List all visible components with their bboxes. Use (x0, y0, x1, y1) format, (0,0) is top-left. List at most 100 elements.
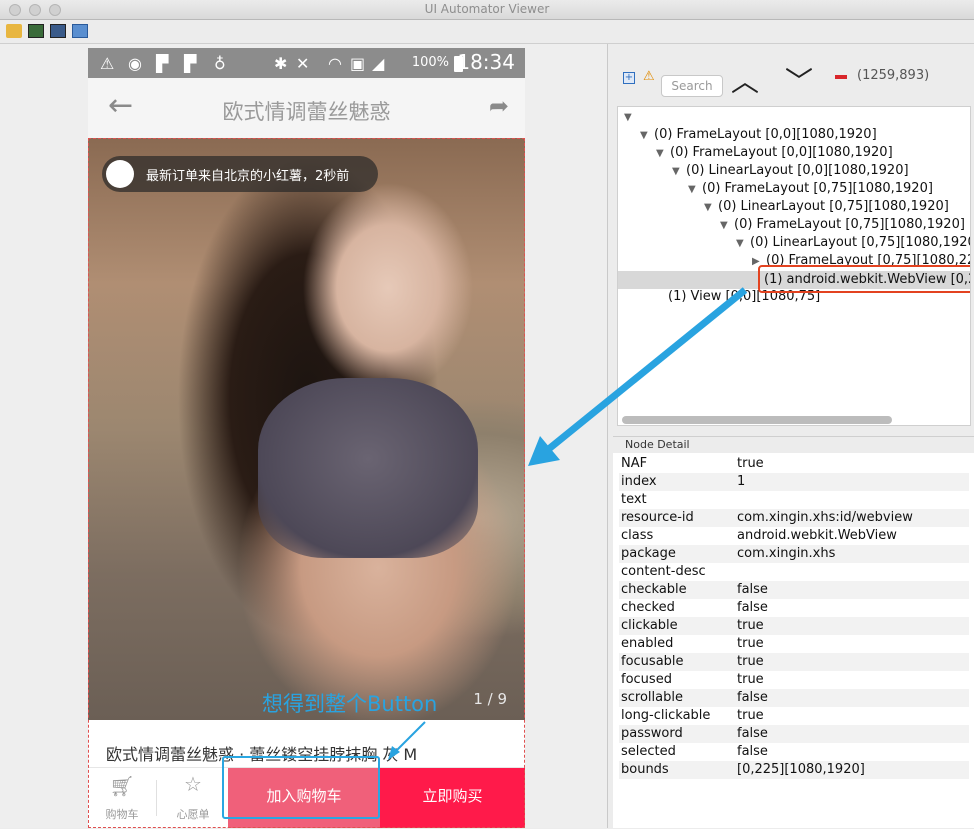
detail-value: true (737, 708, 764, 723)
detail-value: [0,225][1080,1920] (737, 762, 865, 777)
node-detail-header: Node Detail (613, 437, 974, 453)
detail-value: false (737, 726, 768, 741)
detail-row[interactable]: enabled true (619, 635, 969, 653)
detail-row[interactable]: focused true (619, 671, 969, 689)
buy-now-button[interactable]: 立即购买 (380, 768, 525, 828)
tree-node-label: (0) FrameLayout [0,0][1080,1920] (654, 127, 877, 142)
product-garment-shape (258, 378, 478, 558)
detail-value: android.webkit.WebView (737, 528, 897, 543)
tree-node[interactable]: ▼ (0) FrameLayout [0,0][1080,1920] (640, 127, 877, 142)
expand-all-icon[interactable]: + (623, 72, 635, 84)
hierarchy-tree[interactable]: ▼ ▼ (0) FrameLayout [0,0][1080,1920] ▼ (0)… (617, 106, 971, 426)
detail-value: true (737, 456, 764, 471)
detail-key: enabled (621, 636, 674, 651)
tree-node[interactable]: ▼ (0) LinearLayout [0,75][1080,1920] (736, 235, 971, 250)
detail-row[interactable]: password false (619, 725, 969, 743)
cart-button-highlight (222, 756, 380, 819)
toggle-naf-icon[interactable] (835, 75, 847, 79)
cursor-coordinates: (1259,893) (857, 68, 930, 83)
status-time: 18:34 (457, 50, 515, 74)
detail-row[interactable]: NAF true (619, 455, 969, 473)
detail-value: false (737, 582, 768, 597)
detail-value: false (737, 744, 768, 759)
tree-node[interactable]: ▼ (0) LinearLayout [0,75][1080,1920] (704, 199, 949, 214)
window-title: UI Automator Viewer (424, 2, 550, 16)
expand-triangle-icon[interactable]: ▼ (640, 130, 654, 141)
expand-triangle-icon[interactable]: ▼ (736, 238, 750, 249)
wishlist-tab[interactable]: ☆ 心愿单 (158, 768, 228, 828)
expand-triangle-icon[interactable]: ▼ (672, 166, 686, 177)
detail-key: package (621, 546, 676, 561)
device-screenshot-compressed-icon[interactable] (50, 24, 66, 38)
search-input[interactable]: Search (661, 75, 723, 97)
share-icon[interactable]: ➦ (489, 92, 509, 120)
detail-key: focusable (621, 654, 684, 669)
detail-value: false (737, 690, 768, 705)
detail-row[interactable]: index 1 (619, 473, 969, 491)
window-titlebar: UI Automator Viewer (0, 0, 974, 20)
detail-key: NAF (621, 456, 648, 471)
app-header: ← 欧式情调蕾丝魅惑 ➦ (88, 78, 525, 138)
tree-node[interactable]: ▼ (0) LinearLayout [0,0][1080,1920] (672, 163, 909, 178)
detail-row[interactable]: text (619, 491, 969, 509)
detail-row[interactable]: focusable true (619, 653, 969, 671)
detail-row[interactable]: selected false (619, 743, 969, 761)
detail-row[interactable]: scrollable false (619, 689, 969, 707)
cart-icon: 🛒︎ (109, 774, 135, 798)
avatar (106, 160, 134, 188)
detail-key: password (621, 726, 683, 741)
device-screenshot-icon[interactable] (28, 24, 44, 38)
detail-row[interactable]: long-clickable true (619, 707, 969, 725)
expand-triangle-icon[interactable]: ▼ (720, 220, 734, 231)
detail-row[interactable]: bounds [0,225][1080,1920] (619, 761, 969, 779)
detail-key: resource-id (621, 510, 694, 525)
star-icon: ☆ (184, 772, 202, 796)
detail-row[interactable]: checkable false (619, 581, 969, 599)
tree-node[interactable]: ▼ (0) FrameLayout [0,0][1080,1920] (656, 145, 893, 160)
chevron-up-icon[interactable]: ︿ (731, 60, 759, 100)
annotation-text: 想得到整个Button (262, 692, 438, 716)
expand-triangle-icon[interactable]: ▼ (656, 148, 670, 159)
wishlist-tab-label: 心愿单 (176, 808, 210, 821)
expand-triangle-icon[interactable]: ▼ (704, 202, 718, 213)
no-signal-icon: ◢ (372, 54, 385, 73)
detail-row[interactable]: content-desc (619, 563, 969, 581)
horizontal-scrollbar[interactable] (622, 416, 892, 424)
detail-row[interactable]: checked false (619, 599, 969, 617)
detail-row[interactable]: package com.xingin.xhs (619, 545, 969, 563)
expand-triangle-icon[interactable]: ▼ (624, 112, 638, 123)
detail-value: false (737, 600, 768, 615)
detail-key: clickable (621, 618, 678, 633)
node-detail-table: NAF true index 1 text resource-id com.xingin.x… (613, 455, 974, 829)
detail-row[interactable]: resource-id com.xingin.xhs:id/webview (619, 509, 969, 527)
detail-key: checked (621, 600, 675, 615)
cart-tab[interactable]: 🛒︎ 购物车 (88, 768, 158, 828)
detail-value: true (737, 672, 764, 687)
detail-key: selected (621, 744, 676, 759)
detail-value: true (737, 618, 764, 633)
detail-row[interactable]: clickable true (619, 617, 969, 635)
order-notification: 最新订单来自北京的小红薯，2秒前 (102, 156, 378, 192)
detail-key: text (621, 492, 647, 507)
detail-key: bounds (621, 762, 669, 777)
tree-node[interactable]: ▼ (0) FrameLayout [0,75][1080,1920] (688, 181, 933, 196)
detail-key: long-clickable (621, 708, 711, 723)
tree-root[interactable]: ▼ (624, 109, 638, 124)
detail-row[interactable]: class android.webkit.WebView (619, 527, 969, 545)
tree-node-label: (0) LinearLayout [0,75][1080,1920] (750, 235, 971, 250)
warning-icon: ⚠ (100, 54, 115, 73)
open-folder-icon[interactable] (6, 24, 22, 38)
chevron-down-icon[interactable]: ﹀ (785, 60, 813, 100)
expand-triangle-icon[interactable]: ▼ (688, 184, 702, 195)
tree-node[interactable]: ▼ (0) FrameLayout [0,75][1080,1920] (720, 217, 965, 232)
detail-value: com.xingin.xhs:id/webview (737, 510, 913, 525)
battery-percent: 100% (411, 55, 449, 70)
detail-value: com.xingin.xhs (737, 546, 836, 561)
node-detail-pane: Node Detail NAF true index 1 text resource-id… (613, 436, 974, 828)
android-status-bar: ⚠ ◉ ▛ ▛ ♁ ✱ ✕ ◠ ▣ ◢ 100% 18:34 (88, 48, 525, 78)
detail-key: scrollable (621, 690, 683, 705)
save-icon[interactable] (72, 24, 88, 38)
flipboard-icon: ▛ (184, 54, 197, 73)
warning-icon[interactable]: ⚠ (643, 69, 655, 84)
image-pager: 1 / 9 (473, 690, 507, 708)
